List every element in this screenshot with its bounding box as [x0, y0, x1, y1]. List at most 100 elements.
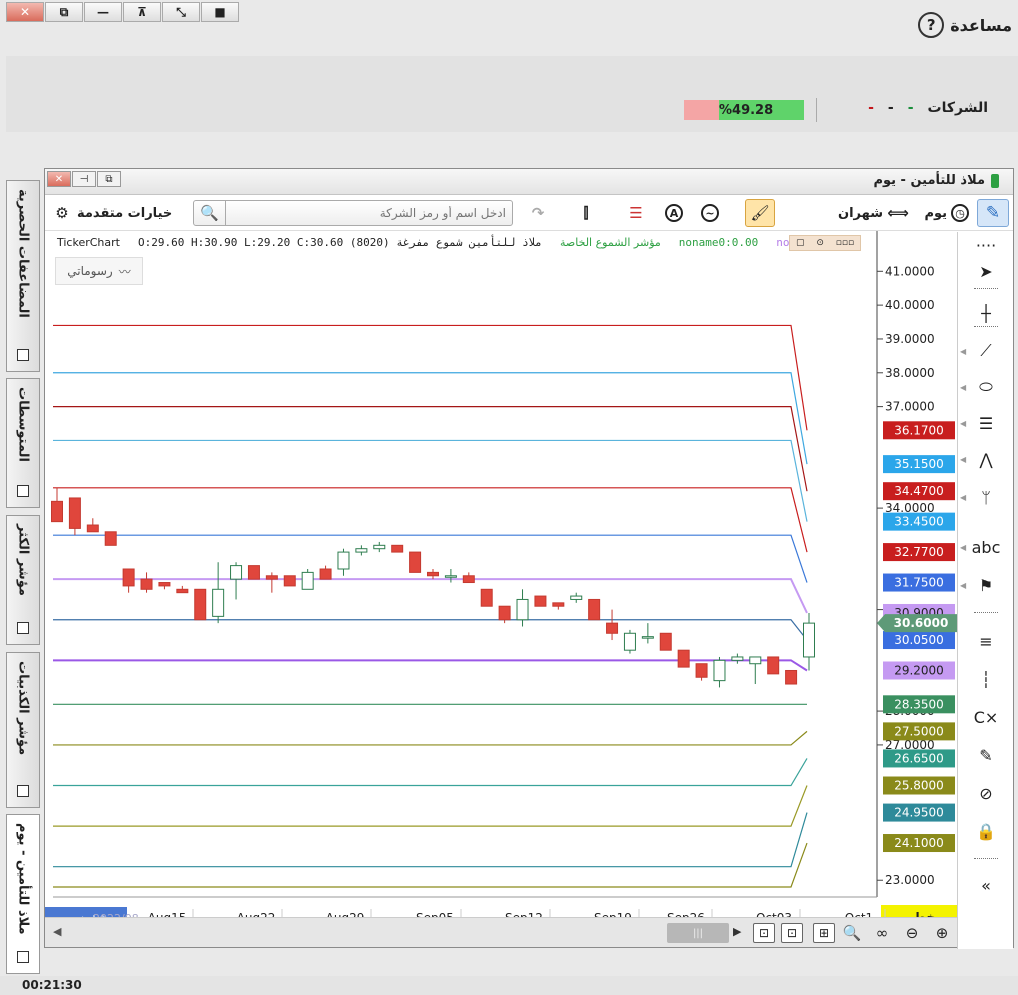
candlestick-chart[interactable]: 41.000040.000039.000038.000037.000034.00…: [45, 169, 1015, 949]
level-line: [53, 758, 808, 787]
side-tab-checkbox[interactable]: [17, 349, 29, 361]
percent-bar-down: [684, 100, 719, 120]
zoom-link-icon[interactable]: ∞: [871, 922, 893, 944]
expand-arrow-icon[interactable]: ◀: [960, 383, 966, 392]
level-label: 33.4500: [894, 515, 944, 529]
level-label: 32.7700: [894, 545, 944, 559]
expand-arrow-icon[interactable]: ◀: [960, 581, 966, 590]
y-tick-label: 39.0000: [885, 332, 935, 346]
indicator-window-icon[interactable]: ▢: [796, 238, 805, 248]
candle-body: [516, 598, 529, 621]
scrollbar-thumb[interactable]: |||: [667, 923, 729, 943]
side-tab-checkbox[interactable]: [17, 485, 29, 497]
my-drawings-button[interactable]: رسوماتي 〰: [55, 257, 143, 285]
candle-body: [606, 622, 619, 634]
pitchfork-icon[interactable]: ⋀ ◀: [960, 446, 1000, 472]
candle-body: [552, 602, 565, 607]
chart-window: ✕ ⊣ ⧉ ملاذ للتأمين - يوم ✎ ◷ يوم ⟺ شهران…: [44, 168, 1015, 949]
tool-separator: [974, 288, 998, 289]
side-tab-ratios[interactable]: المضاعفات الحصرية: [6, 180, 40, 372]
flag-icon[interactable]: ⚑ ◀: [960, 572, 1000, 598]
indicator-controls[interactable]: ▢ ⊙ ▫▫▫: [789, 235, 861, 251]
side-tab-checkbox[interactable]: [17, 951, 29, 963]
cursor-icon[interactable]: ➤: [972, 258, 1000, 284]
candle-body: [444, 575, 457, 578]
indicator-settings-icon[interactable]: ⊙: [816, 238, 824, 248]
text-abc-icon[interactable]: abc ◀: [960, 534, 1000, 560]
zigzag-tool-icon[interactable]: ᛘ ◀: [960, 484, 1000, 510]
level-line: [53, 842, 808, 888]
side-tab-indicator-2[interactable]: مؤشر الكذبيات: [6, 652, 40, 808]
candle-tool-icon[interactable]: ┆: [972, 666, 1000, 692]
level-label: 29.2000: [894, 663, 944, 677]
candle-body: [570, 595, 583, 600]
last-price-label: 30.6000: [894, 616, 949, 630]
trendline-icon[interactable]: ⟋ ◀: [960, 338, 1000, 364]
eraser-icon[interactable]: ✎: [972, 742, 1000, 768]
zoom-out-icon[interactable]: ⊖: [901, 922, 923, 944]
scroll-right-icon[interactable]: ▶: [733, 925, 741, 938]
collapse-icon[interactable]: «: [972, 872, 1000, 898]
clear-drawings-icon[interactable]: C×: [972, 704, 1000, 730]
candle-body: [104, 531, 117, 546]
side-tab-checkbox[interactable]: [17, 622, 29, 634]
expand-arrow-icon[interactable]: ◀: [960, 455, 966, 464]
minimize-window-button[interactable]: —: [84, 2, 122, 22]
expand-arrow-icon[interactable]: ◀: [960, 419, 966, 428]
percent-bar-up: %49.28: [719, 100, 804, 120]
question-icon: ?: [918, 12, 945, 38]
candle-body: [588, 598, 601, 621]
restore-window-button[interactable]: ⧉: [45, 2, 83, 22]
level-label: 24.9500: [894, 806, 944, 820]
camera-window-button[interactable]: ■: [201, 2, 239, 22]
candle-body: [427, 571, 439, 577]
y-tick-label: 38.0000: [885, 366, 935, 380]
fullscreen-window-button[interactable]: ⤡: [162, 2, 200, 22]
hide-eye-icon[interactable]: ⊘: [972, 780, 1000, 806]
candle-body: [749, 656, 762, 665]
candle-body: [212, 588, 225, 617]
fit-right-icon[interactable]: ⊡: [781, 923, 803, 943]
side-tab-label: المضاعفات الحصرية: [15, 189, 31, 318]
list-icon[interactable]: ≡: [972, 628, 1000, 654]
candle-body: [140, 578, 153, 590]
help-button[interactable]: مساعدة ?: [918, 12, 1012, 38]
indicator-more-icon[interactable]: ▫▫▫: [836, 238, 854, 248]
candle-body: [659, 632, 672, 651]
candle-body: [301, 571, 314, 590]
percent-value: %49.28: [719, 102, 774, 118]
ellipse-icon[interactable]: ⬭ ◀: [960, 374, 1000, 400]
candle-body: [283, 575, 296, 587]
candle-body: [480, 588, 493, 607]
side-tab-averages[interactable]: المتوسطات: [6, 378, 40, 508]
expand-arrow-icon[interactable]: ◀: [960, 347, 966, 356]
fib-icon[interactable]: ☰ ◀: [960, 410, 1000, 436]
scroll-left-icon[interactable]: ◀: [53, 925, 61, 938]
candle-body: [158, 582, 171, 587]
level-label: 27.5000: [894, 724, 944, 738]
side-tab-chart[interactable]: ملاذ للتأمين - يوم: [6, 814, 40, 974]
zoom-area-icon[interactable]: 🔍: [841, 922, 863, 944]
level-line: [53, 785, 808, 827]
level-label: 24.1000: [894, 836, 944, 850]
candle-body: [194, 588, 207, 621]
side-tab-label: مؤشر الكذبيات: [15, 661, 31, 756]
tool-separator: [974, 858, 998, 859]
fit-left-icon[interactable]: ⊡: [753, 923, 775, 943]
side-tab-indicator-1[interactable]: مؤشر الكثر: [6, 515, 40, 645]
expand-arrow-icon[interactable]: ◀: [960, 493, 966, 502]
companies-summary: الشركات - - -: [868, 100, 988, 116]
level-label: 26.6500: [894, 751, 944, 765]
crosshair-icon[interactable]: ┼: [972, 300, 1000, 326]
dots-icon[interactable]: ····: [972, 232, 1000, 258]
lock-icon[interactable]: 🔒: [972, 818, 1000, 844]
side-tab-checkbox[interactable]: [17, 785, 29, 797]
level-label: 36.1700: [894, 423, 944, 437]
zoom-in-icon[interactable]: ⊕: [931, 922, 953, 944]
expand-arrow-icon[interactable]: ◀: [960, 543, 966, 552]
arrange-window-button[interactable]: ⊼: [123, 2, 161, 22]
close-window-button[interactable]: ✕: [6, 2, 44, 22]
reset-zoom-icon[interactable]: ⊞: [813, 923, 835, 943]
candle-body: [713, 659, 726, 682]
status-time: 00:21:30: [22, 978, 82, 992]
